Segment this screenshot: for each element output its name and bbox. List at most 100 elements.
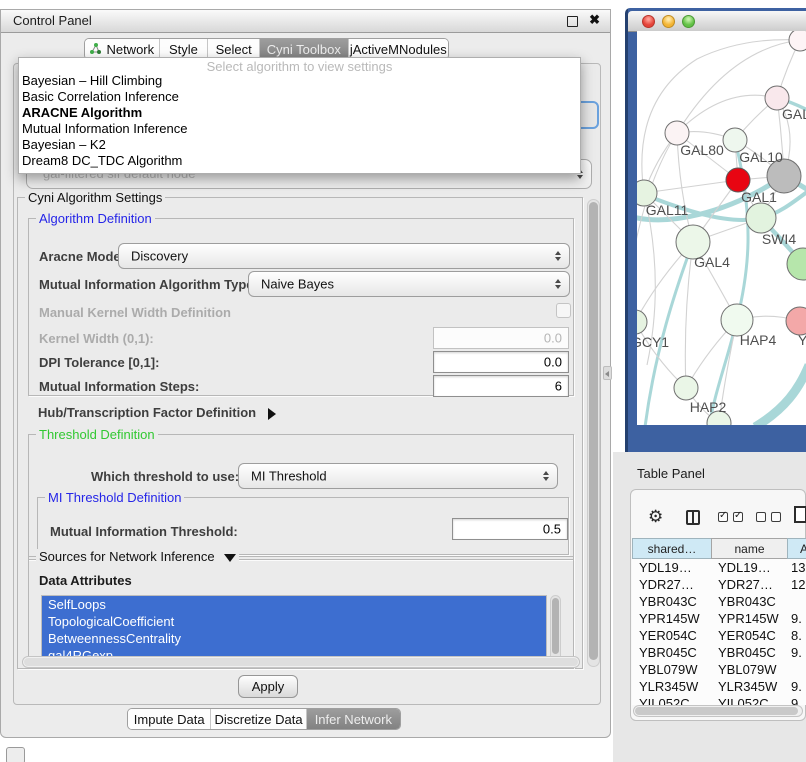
network-canvas[interactable]: GAL GAL80 GAL10 GAL1 GAL11 SWI4 GAL4 GCY… xyxy=(637,31,806,425)
table-hscrollbar[interactable] xyxy=(633,705,803,717)
column-header-partial[interactable]: A xyxy=(787,538,806,559)
popup-item[interactable]: Bayesian – K2 xyxy=(22,137,106,153)
mi-threshold-label: Mutual Information Threshold: xyxy=(50,524,238,539)
popup-item[interactable]: Basic Correlation Inference xyxy=(22,89,179,105)
table-row[interactable]: YDL19… YDL19… 13 xyxy=(632,559,806,576)
control-panel-titlebar[interactable]: Control Panel ✖ xyxy=(1,10,610,33)
node-label: GCY1 xyxy=(637,334,669,350)
close-traffic-icon[interactable] xyxy=(642,15,655,28)
zoom-traffic-icon[interactable] xyxy=(682,15,695,28)
table-row[interactable]: YBR045C YBR045C 9. xyxy=(632,644,806,661)
kernel-width-field[interactable]: 0.0 xyxy=(433,327,569,349)
combo-value: MI Threshold xyxy=(251,469,327,484)
cell: YDL19… xyxy=(711,559,787,576)
node-label: HAP2 xyxy=(690,399,727,415)
table-row[interactable]: YBL079W YBL079W xyxy=(632,661,806,678)
list-item[interactable]: SelfLoops xyxy=(42,596,546,613)
node-label: HAP4 xyxy=(740,332,777,348)
which-threshold-select[interactable]: MI Threshold xyxy=(238,463,558,489)
node-pink-right[interactable] xyxy=(786,307,806,335)
node-unlabeled-top[interactable] xyxy=(789,31,806,51)
sources-group: Sources for Network Inference Data Attri… xyxy=(28,556,574,669)
tab-impute-data[interactable]: Impute Data xyxy=(128,709,211,729)
control-panel-window: Control Panel ✖ Network Style Select xyxy=(0,9,611,738)
list-item[interactable]: BetweennessCentrality xyxy=(42,630,546,647)
mi-algorithm-type-label: Mutual Information Algorithm Type: xyxy=(39,277,258,292)
window-title: Control Panel xyxy=(13,13,92,28)
dpi-tolerance-label: DPI Tolerance [0,1]: xyxy=(39,355,159,370)
node-swi4[interactable] xyxy=(746,203,776,233)
tab-label: Infer Network xyxy=(315,712,392,727)
tab-style[interactable]: Style xyxy=(160,39,209,59)
settings-hscrollbar[interactable] xyxy=(22,656,580,668)
table-row[interactable]: YIL052C YIL052C 9. xyxy=(632,695,806,705)
screen: Control Panel ✖ Network Style Select xyxy=(0,0,806,762)
unchecked-checkbox-icon[interactable] xyxy=(771,512,781,522)
node-hap2[interactable] xyxy=(674,376,698,400)
algorithm-definition-group: Algorithm Definition Aracne Mode: Discov… xyxy=(28,218,574,396)
table-row[interactable]: YBR043C YBR043C xyxy=(632,593,806,610)
table-body[interactable]: YDL19… YDL19… 13 YDR27… YDR27… 12 YBR043… xyxy=(632,559,806,705)
tab-label: Network xyxy=(106,42,154,57)
popup-item[interactable]: Dream8 DC_TDC Algorithm xyxy=(22,153,182,169)
cell: YIL052C xyxy=(632,695,711,705)
file-icon[interactable] xyxy=(794,506,806,523)
column-label: A xyxy=(800,542,806,556)
settings-vscrollbar[interactable] xyxy=(587,199,600,667)
dpi-tolerance-field[interactable]: 0.0 xyxy=(433,351,569,373)
network-window-titlebar[interactable] xyxy=(628,11,806,32)
data-attributes-list[interactable]: SelfLoops TopologicalCoefficient Between… xyxy=(41,595,547,663)
attributes-scrollbar[interactable] xyxy=(550,595,561,663)
split-columns-icon[interactable] xyxy=(686,510,700,525)
cell: YER054C xyxy=(632,627,711,644)
combo-value: Naive Bayes xyxy=(261,277,334,292)
list-item[interactable]: TopologicalCoefficient xyxy=(42,613,546,630)
triangle-right-icon xyxy=(268,408,276,420)
sources-toggle[interactable]: Sources for Network Inference xyxy=(36,549,239,564)
dock-panel-icon[interactable] xyxy=(6,747,25,762)
panel-splitter-handle[interactable] xyxy=(603,366,612,380)
cell: YBR043C xyxy=(711,593,787,610)
popup-item[interactable]: Bayesian – Hill Climbing xyxy=(22,73,162,89)
tab-discretize-data[interactable]: Discretize Data xyxy=(211,709,306,729)
hub-definition-toggle[interactable]: Hub/Transcription Factor Definition xyxy=(38,405,276,420)
manual-kernel-width-checkbox[interactable] xyxy=(556,303,571,318)
column-header-name[interactable]: name xyxy=(711,538,787,559)
node-gcy1[interactable] xyxy=(637,310,647,334)
checked-checkbox-icon[interactable] xyxy=(718,512,728,522)
unchecked-checkbox-icon[interactable] xyxy=(756,512,766,522)
float-window-icon[interactable] xyxy=(567,16,578,27)
close-icon[interactable]: ✖ xyxy=(589,12,600,28)
aracne-mode-select[interactable]: Discovery xyxy=(118,243,570,269)
minimize-traffic-icon[interactable] xyxy=(662,15,675,28)
node-green-right[interactable] xyxy=(787,248,806,280)
mi-threshold-field[interactable]: 0.5 xyxy=(452,518,568,540)
column-header-shared-name[interactable]: shared… xyxy=(632,538,711,559)
tab-label: jActiveMNodules xyxy=(350,42,447,57)
apply-button[interactable]: Apply xyxy=(238,675,298,698)
mi-algorithm-type-select[interactable]: Naive Bayes xyxy=(248,271,570,297)
table-row[interactable]: YDR27… YDR27… 12 xyxy=(632,576,806,593)
group-title: Algorithm Definition xyxy=(36,211,155,226)
tab-network[interactable]: Network xyxy=(85,39,160,59)
table-row[interactable]: YER054C YER054C 8. xyxy=(632,627,806,644)
network-icon xyxy=(89,43,102,55)
checked-checkbox-icon[interactable] xyxy=(733,512,743,522)
cell: YBR045C xyxy=(632,644,711,661)
mi-threshold-definition-group: MI Threshold Definition Mutual Informati… xyxy=(37,497,569,555)
tab-jactivemnodules[interactable]: jActiveMNodules xyxy=(349,39,448,59)
popup-item[interactable]: Mutual Information Inference xyxy=(22,121,187,137)
node-label: GAL xyxy=(782,106,806,122)
tab-label: Select xyxy=(216,42,252,57)
cell: YBL079W xyxy=(711,661,787,678)
mi-steps-field[interactable]: 6 xyxy=(433,375,569,397)
tab-cyni-toolbox[interactable]: Cyni Toolbox xyxy=(260,39,349,59)
cell: 13 xyxy=(787,559,806,576)
table-row[interactable]: YLR345W YLR345W 9. xyxy=(632,678,806,695)
tab-infer-network[interactable]: Infer Network xyxy=(307,709,400,729)
table-row[interactable]: YPR145W YPR145W 9. xyxy=(632,610,806,627)
popup-item-selected[interactable]: ARACNE Algorithm xyxy=(22,105,142,121)
gear-icon[interactable]: ⚙ xyxy=(648,508,663,525)
tab-select[interactable]: Select xyxy=(208,39,260,59)
field-value: 0.0 xyxy=(544,331,562,346)
